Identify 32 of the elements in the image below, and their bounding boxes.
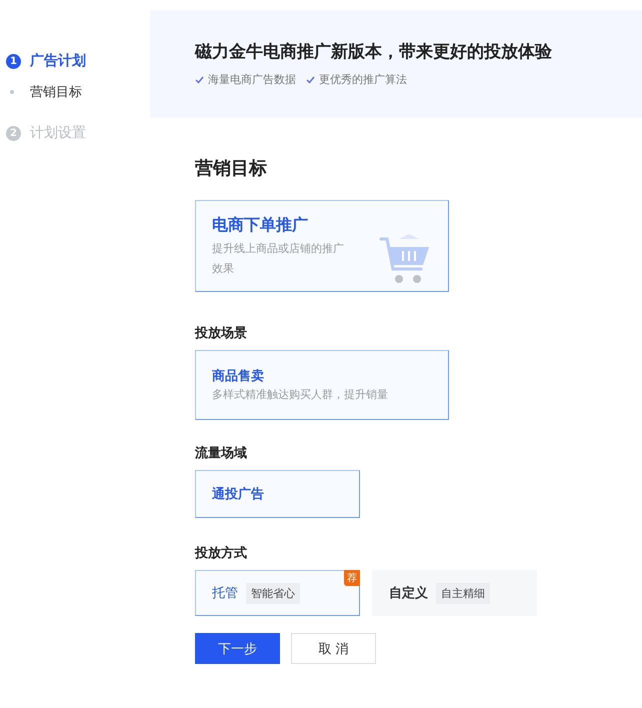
step-number: 1 (6, 54, 21, 68)
cancel-button[interactable]: 取 消 (291, 633, 376, 664)
section-heading: 流量场域 (195, 444, 248, 462)
option-description: 提升线上商品或店铺的推广效果 (212, 241, 345, 277)
shopping-cart-icon (379, 233, 431, 285)
option-tag: 自主精细 (436, 582, 490, 604)
option-tag: 智能省心 (246, 582, 300, 604)
check-icon (195, 76, 204, 84)
option-title: 电商下单推广 (212, 215, 309, 236)
option-title: 商品售卖 (212, 368, 265, 385)
option-card[interactable]: 商品售卖 多样式精准触达购买人群，提升销量 (195, 350, 449, 420)
option-title: 托管 (212, 585, 238, 602)
next-button[interactable]: 下一步 (195, 633, 280, 664)
banner-title: 磁力金牛电商推广新版本，带来更好的投放体验 (195, 41, 553, 63)
option-description: 多样式精准触达购买人群，提升销量 (212, 387, 389, 403)
bullet-icon (10, 90, 14, 94)
option-title: 通投广告 (212, 486, 264, 503)
feature-text: 海量电商广告数据 (208, 72, 296, 87)
option-card[interactable]: 托管 智能省心 荐 (195, 570, 360, 616)
step-number: 2 (6, 126, 21, 140)
recommend-badge: 荐 (344, 570, 360, 586)
option-title: 自定义 (389, 584, 428, 602)
section-heading: 投放方式 (195, 544, 248, 562)
option-card[interactable]: 电商下单推广 提升线上商品或店铺的推广效果 (195, 200, 449, 292)
section-heading: 营销目标 (195, 157, 268, 180)
option-card[interactable]: 通投广告 (195, 470, 360, 518)
step-label[interactable]: 广告计划 (30, 52, 86, 70)
option-card[interactable]: 自定义 自主精细 (372, 570, 537, 616)
section-heading: 投放场景 (195, 325, 248, 342)
check-icon (306, 76, 315, 84)
substep-label[interactable]: 营销目标 (30, 83, 82, 101)
feature-text: 更优秀的推广算法 (319, 72, 407, 87)
